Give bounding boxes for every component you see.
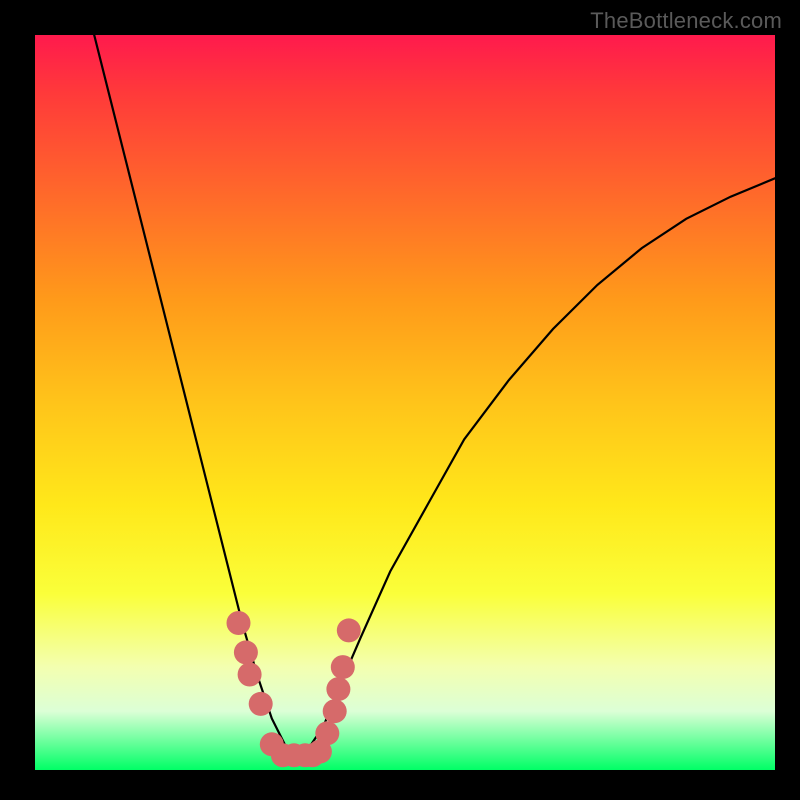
marker-dot	[238, 663, 262, 687]
bottleneck-curve	[94, 35, 775, 755]
chart-frame: TheBottleneck.com	[0, 0, 800, 800]
marker-dot	[234, 640, 258, 664]
highlight-dots	[227, 611, 361, 767]
marker-dot	[249, 692, 273, 716]
marker-dot	[323, 699, 347, 723]
marker-dot	[331, 655, 355, 679]
marker-dot	[337, 618, 361, 642]
marker-dot	[326, 677, 350, 701]
marker-dot	[227, 611, 251, 635]
marker-dot	[315, 721, 339, 745]
plot-area	[35, 35, 775, 770]
curve-layer	[35, 35, 775, 770]
watermark: TheBottleneck.com	[590, 8, 782, 34]
